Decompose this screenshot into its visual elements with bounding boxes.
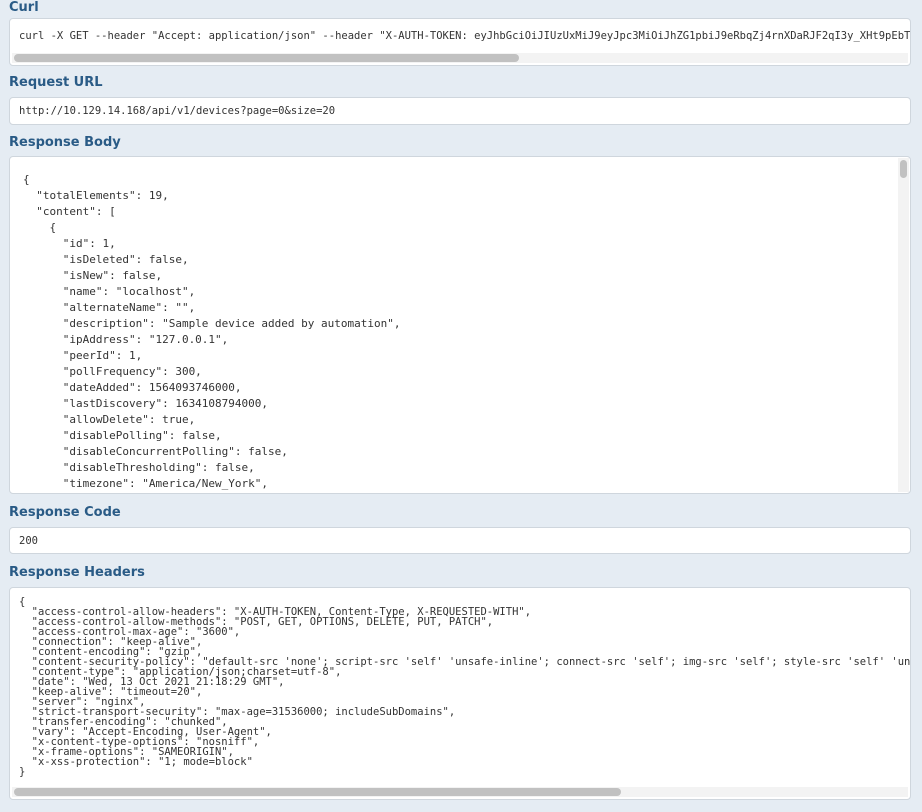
response-body-line: "ipAddress": "127.0.0.1", (23, 333, 229, 346)
response-body-line: "description": "Sample device added by a… (23, 317, 401, 330)
response-body-line: "lastDiscovery": 1634108794000, (23, 397, 269, 410)
response-body-line: "totalElements": 19, (23, 189, 169, 202)
response-body-line: "pollFrequency": 300, (23, 365, 202, 378)
response-body-label: Response Body (9, 135, 121, 150)
curl-scrollbar-thumb[interactable] (14, 54, 519, 62)
request-url-text: http://10.129.14.168/api/v1/devices?page… (19, 105, 336, 117)
response-body-line: "isDeleted": false, (23, 253, 189, 266)
response-header-line: } (19, 766, 26, 778)
curl-command-box[interactable]: curl -X GET --header "Accept: applicatio… (9, 18, 911, 66)
response-body-line: "timezone": "America/New_York", (23, 477, 269, 490)
response-headers-horizontal-scrollbar[interactable] (12, 787, 908, 797)
response-code-box[interactable]: 200 (9, 527, 911, 554)
response-headers-box[interactable]: { "access-control-allow-headers": "X-AUT… (9, 587, 911, 800)
response-body-line: "peerId": 1, (23, 349, 143, 362)
curl-horizontal-scrollbar[interactable] (12, 53, 908, 63)
response-code-label: Response Code (9, 505, 121, 520)
response-body-line: "disableThresholding": false, (23, 461, 255, 474)
response-body-scrollbar-thumb[interactable] (900, 160, 907, 178)
response-body-box[interactable]: { "totalElements": 19, "content": [ { "i… (9, 156, 911, 494)
response-body-line: "isNew": false, (23, 269, 163, 282)
response-headers-scrollbar-thumb[interactable] (14, 788, 621, 796)
response-body-line: "disablePolling": false, (23, 429, 222, 442)
response-body-line: "dateAdded": 1564093746000, (23, 381, 242, 394)
response-body-vertical-scrollbar[interactable] (898, 158, 909, 492)
response-body-line: "name": "localhost", (23, 285, 196, 298)
response-body-line: "id": 1, (23, 237, 116, 250)
request-url-box[interactable]: http://10.129.14.168/api/v1/devices?page… (9, 97, 911, 125)
request-url-label: Request URL (9, 75, 103, 90)
curl-command-text: curl -X GET --header "Accept: applicatio… (19, 30, 911, 42)
response-code-text: 200 (19, 535, 38, 547)
response-body-line: "allowDelete": true, (23, 413, 196, 426)
response-body-json: { "totalElements": 19, "content": [ { "i… (23, 172, 401, 492)
response-headers-json: { "access-control-allow-headers": "X-AUT… (19, 597, 910, 778)
response-header-line: "keep-alive": "timeout=20", (19, 686, 203, 698)
response-headers-label: Response Headers (9, 565, 145, 580)
response-body-line: { (23, 173, 30, 186)
response-header-line: "x-xss-protection": "1; mode=block" (19, 756, 253, 768)
response-body-line: "content": [ (23, 205, 116, 218)
response-body-line: "disableConcurrentPolling": false, (23, 445, 288, 458)
response-body-line: { (23, 221, 57, 234)
curl-label: Curl (9, 0, 39, 15)
response-body-line: "alternateName": "", (23, 301, 196, 314)
